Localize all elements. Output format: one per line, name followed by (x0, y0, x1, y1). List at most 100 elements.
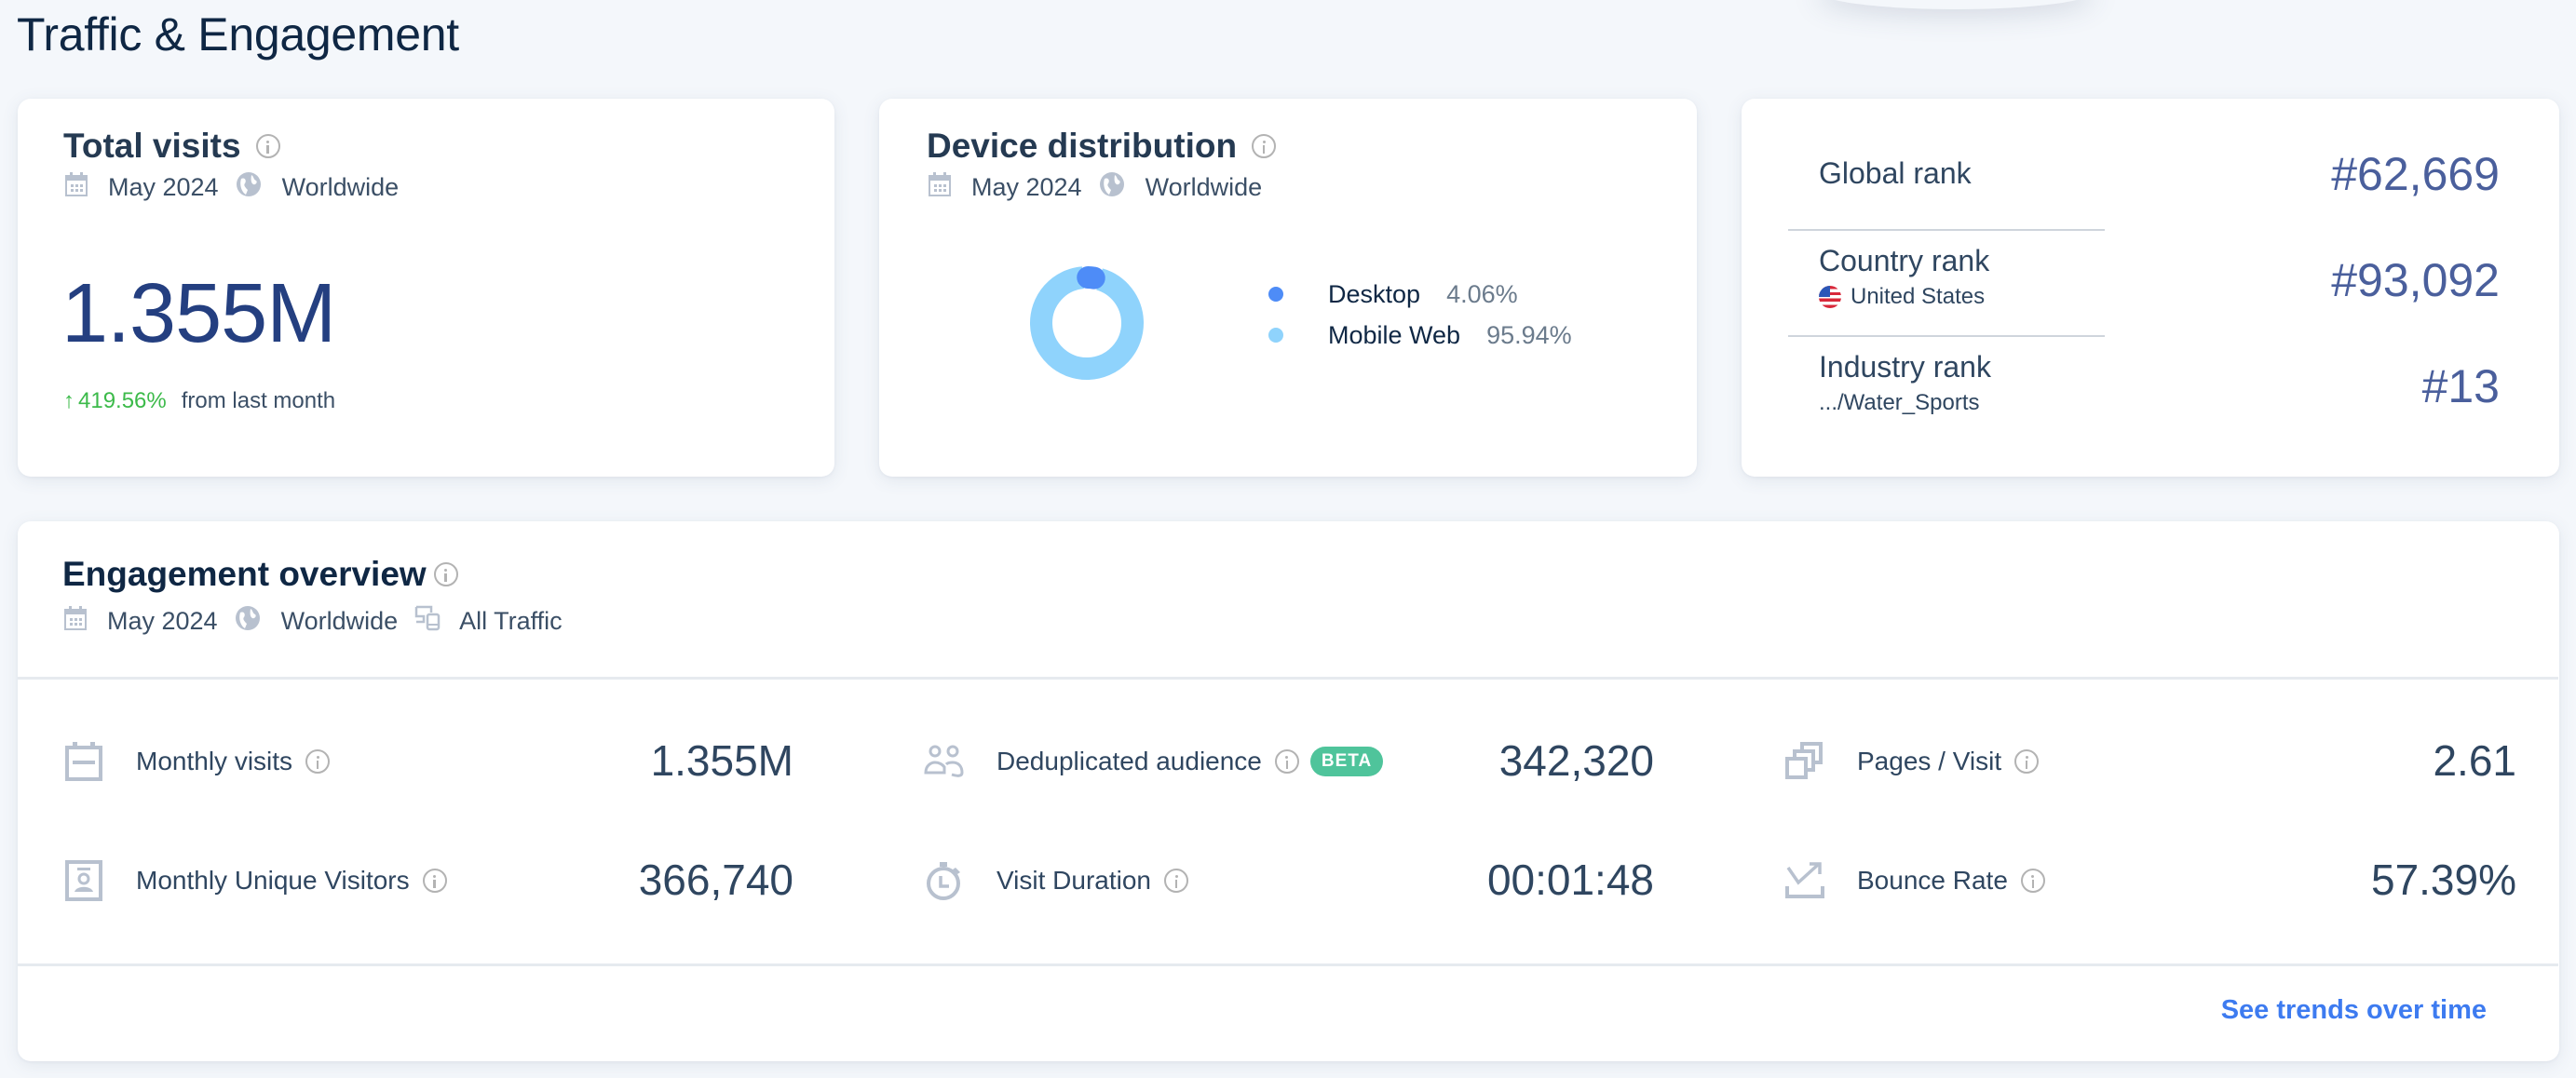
page-title: Traffic & Engagement (17, 8, 459, 61)
calendar-icon (65, 172, 88, 203)
globe-icon (1099, 171, 1125, 204)
metric-label: Deduplicated audience BETA (997, 747, 1384, 776)
metric-label-text: Deduplicated audience (997, 747, 1262, 775)
country-rank-sub: United States (1819, 284, 1989, 310)
arrow-up-icon: ↑ (63, 388, 75, 413)
metric-monthly-unique-visitors: Monthly Unique Visitors (63, 853, 447, 909)
legend-value: 95.94% (1486, 320, 1572, 349)
global-rank-value: #62,669 (2331, 148, 2500, 200)
legend-item-mobile-web: Mobile Web 95.94% (1268, 315, 1572, 356)
device-distribution-title-text: Device distribution (927, 127, 1238, 165)
metric-label-text: Bounce Rate (1857, 866, 2008, 895)
rank-divider (1788, 335, 2105, 337)
metric-value: 342,320 (1498, 736, 1654, 785)
calendar-icon (64, 606, 87, 637)
industry-rank-value: #13 (2421, 360, 2500, 412)
engagement-overview-title-text: Engagement overview (62, 555, 427, 593)
metric-label-text: Monthly visits (136, 747, 293, 775)
metric-label-text: Visit Duration (997, 866, 1152, 895)
info-icon[interactable] (422, 869, 447, 893)
info-icon[interactable] (305, 749, 331, 774)
metric-label-text: Pages / Visit (1857, 747, 2002, 775)
legend-value: 4.06% (1446, 279, 1518, 308)
industry-name: .../Water_Sports (1819, 390, 1980, 415)
legend-dot-mobile-web (1268, 328, 1283, 343)
country-rank-row[interactable]: Country rank United States (1819, 244, 1989, 310)
globe-icon (236, 171, 262, 204)
legend-item-desktop: Desktop 4.06% (1268, 274, 1572, 315)
info-icon[interactable] (433, 562, 458, 586)
total-visits-meta: May 2024 Worldwide (65, 171, 415, 204)
stopwatch-icon (924, 860, 965, 901)
total-visits-value: 1.355M (61, 267, 336, 360)
country-rank-label: Country rank (1819, 244, 1990, 277)
donut-segment-mobile-web[interactable] (1030, 266, 1144, 380)
global-rank-label: Global rank (1819, 156, 1972, 190)
info-icon[interactable] (2020, 869, 2045, 893)
metric-label-text: Monthly Unique Visitors (136, 866, 410, 895)
engagement-overview-title: Engagement overview (62, 555, 458, 594)
device-donut-chart (1030, 266, 1144, 380)
metric-value: 1.355M (650, 736, 793, 785)
metric-value: 366,740 (638, 856, 793, 904)
metric-pages-per-visit: Pages / Visit (1784, 734, 2040, 789)
devices-icon (414, 605, 442, 638)
engagement-header-divider (18, 677, 2558, 680)
period-label: May 2024 (108, 173, 219, 201)
globe-icon (235, 605, 261, 638)
change-caption: from last month (181, 388, 336, 413)
calendar-icon (929, 172, 951, 203)
metric-label: Pages / Visit (1857, 747, 2040, 776)
info-icon[interactable] (2014, 749, 2040, 774)
see-trends-link[interactable]: See trends over time (2221, 995, 2487, 1026)
metric-value: 2.61 (2433, 736, 2516, 785)
metric-label: Monthly visits (136, 747, 331, 776)
total-visits-title-text: Total visits (63, 127, 241, 165)
legend-label: Desktop (1328, 279, 1421, 308)
industry-rank-label: Industry rank (1819, 350, 1991, 384)
beta-badge: BETA (1309, 747, 1384, 776)
bounce-icon (1784, 860, 1825, 901)
engagement-meta: May 2024 Worldwide All Traffic (64, 605, 579, 638)
info-icon[interactable] (255, 134, 280, 158)
period-label: May 2024 (107, 607, 218, 635)
metric-value: 00:01:48 (1486, 856, 1654, 904)
pages-icon (1784, 741, 1825, 782)
us-flag-icon (1819, 286, 1841, 308)
country-name: United States (1851, 284, 1986, 309)
info-icon[interactable] (1252, 134, 1277, 158)
engagement-overview-card (18, 521, 2559, 1061)
total-visits-title: Total visits (63, 127, 280, 166)
legend-dot-desktop (1268, 287, 1283, 302)
info-icon[interactable] (1274, 749, 1299, 774)
country-rank-value: #93,092 (2331, 254, 2500, 306)
metric-visit-duration: Visit Duration (924, 853, 1189, 909)
global-rank-row: Global rank (1819, 156, 1972, 191)
floating-element-shadow (1816, 0, 2095, 9)
rank-divider (1788, 229, 2105, 231)
visitor-badge-icon (63, 860, 104, 901)
device-distribution-title: Device distribution (927, 127, 1277, 166)
metric-bounce-rate: Bounce Rate (1784, 853, 2045, 909)
metric-label: Monthly Unique Visitors (136, 866, 447, 896)
region-label: Worldwide (281, 173, 400, 201)
legend-label: Mobile Web (1328, 320, 1461, 349)
change-percent: 419.56% (78, 388, 167, 413)
calendar-icon (63, 741, 104, 782)
device-distribution-meta: May 2024 Worldwide (929, 171, 1279, 204)
period-label: May 2024 (971, 173, 1082, 201)
traffic-label: All Traffic (459, 607, 563, 635)
info-icon[interactable] (1164, 869, 1189, 893)
audience-icon (924, 741, 965, 782)
total-visits-change: ↑ 419.56% from last month (63, 388, 335, 414)
device-legend: Desktop 4.06% Mobile Web 95.94% (1268, 274, 1572, 356)
metric-value: 57.39% (2370, 856, 2516, 904)
metric-monthly-visits: Monthly visits (63, 734, 331, 789)
industry-rank-row[interactable]: Industry rank .../Water_Sports (1819, 350, 1991, 416)
metric-label: Visit Duration (997, 866, 1189, 896)
metric-label: Bounce Rate (1857, 866, 2045, 896)
region-label: Worldwide (280, 607, 399, 635)
metric-deduplicated-audience: Deduplicated audience BETA (924, 734, 1384, 789)
engagement-footer-divider (18, 963, 2558, 966)
region-label: Worldwide (1145, 173, 1263, 201)
